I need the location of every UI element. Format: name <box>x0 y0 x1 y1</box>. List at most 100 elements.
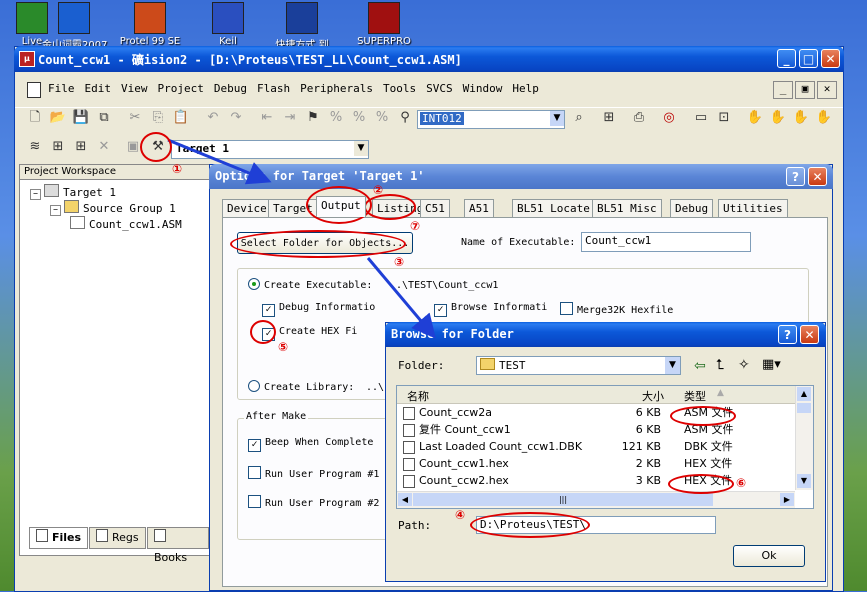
desktop-icon-1[interactable]: 金山词霸2007 <box>42 0 107 51</box>
scroll-up-icon[interactable]: ▲ <box>797 387 811 401</box>
name-exec-input[interactable]: Count_ccw1 <box>581 232 751 252</box>
chevron-down-icon[interactable]: ▼ <box>354 141 368 156</box>
menu-svcs[interactable]: SVCS <box>421 80 458 98</box>
options-close-button[interactable]: ✕ <box>808 167 827 186</box>
tab-c51[interactable]: C51 <box>420 199 450 217</box>
collapse-icon[interactable]: − <box>30 189 41 200</box>
translate-icon[interactable]: ≋ <box>25 137 45 157</box>
desktop-icon-5[interactable]: SUPERPRO <box>352 0 416 47</box>
hand-icon-3[interactable]: ✋ <box>791 108 811 128</box>
col-type[interactable]: 类型 <box>684 388 706 404</box>
new-folder-icon[interactable]: ✧ <box>738 357 750 373</box>
desktop-icon-2[interactable]: Protel 99 SE <box>118 0 182 47</box>
target-combo[interactable]: Target 1 ▼ <box>171 140 369 159</box>
print-icon[interactable]: ⎙ <box>629 108 649 128</box>
collapse-icon[interactable]: − <box>50 205 61 216</box>
create-hex-checkbox[interactable]: ✓ <box>262 328 275 341</box>
workspace-tab-files[interactable]: Files <box>29 527 89 549</box>
tab-device[interactable]: Device <box>222 199 272 217</box>
file-row[interactable]: 复件 Count_ccw1 6 KB ASM 文件 <box>401 421 789 438</box>
folder-combo[interactable]: TEST ▼ <box>476 356 681 375</box>
horizontal-scrollbar[interactable]: ◀ ||| ▶ <box>397 491 795 508</box>
bookmark-icon[interactable]: ⚑ <box>303 108 323 128</box>
create-exec-radio[interactable] <box>248 278 260 290</box>
menu-debug[interactable]: Debug <box>209 80 252 98</box>
load-icon[interactable]: ▣ <box>123 137 143 157</box>
tree-item[interactable]: − Target 1 <box>30 184 116 200</box>
debug-start-icon[interactable]: ◎ <box>659 108 679 128</box>
menu-tools[interactable]: Tools <box>378 80 421 98</box>
ok-button[interactable]: Ok <box>733 545 805 567</box>
hscroll-thumb[interactable]: ||| <box>413 493 713 506</box>
beep-row[interactable]: ✓ Beep When Complete <box>248 437 373 452</box>
browse-info-row[interactable]: ✓ Browse Informati <box>434 302 547 317</box>
workspace-tab-books[interactable]: Books <box>147 527 209 564</box>
tab-output[interactable]: Output <box>316 196 366 217</box>
col-size[interactable]: 大小 <box>642 388 664 404</box>
find-in-files-icon[interactable]: ⚲ <box>395 108 415 128</box>
undo-icon[interactable]: ↶ <box>203 108 223 128</box>
hand-icon-2[interactable]: ✋ <box>768 108 788 128</box>
copy-icon[interactable]: ⎘ <box>148 108 168 128</box>
build-icon[interactable]: ⊞ <box>48 137 68 157</box>
chevron-down-icon[interactable]: ▼ <box>550 111 564 126</box>
tab-target[interactable]: Target <box>268 199 318 217</box>
workspace-tab-regs[interactable]: Regs <box>89 527 146 549</box>
file-row[interactable]: Count_ccw1.hex 2 KB HEX 文件 <box>401 455 789 472</box>
window-layout-icon[interactable]: ▭ <box>691 108 711 128</box>
close-button[interactable]: ✕ <box>821 49 840 68</box>
select-folder-button[interactable]: Select Folder for Objects... <box>237 232 413 254</box>
menu-project[interactable]: Project <box>153 80 209 98</box>
mdi-close-button[interactable]: ✕ <box>817 81 837 99</box>
col-name[interactable]: 名称 <box>407 388 429 404</box>
cut-icon[interactable]: ✂ <box>125 108 145 128</box>
run1-row[interactable]: Run User Program #1 <box>248 466 379 480</box>
debug-info-row[interactable]: ✓ Debug Informatio <box>262 302 375 317</box>
tree-item[interactable]: Count_ccw1.ASM <box>70 216 182 231</box>
run1-checkbox[interactable] <box>248 466 261 479</box>
indent-icon[interactable]: ⇥ <box>280 108 300 128</box>
mdi-restore-button[interactable]: ▣ <box>795 81 815 99</box>
tree-item[interactable]: − Source Group 1 <box>50 200 176 216</box>
run2-row[interactable]: Run User Program #2 <box>248 495 379 509</box>
create-hex-row[interactable]: ✓ Create HEX Fi <box>262 326 357 341</box>
scroll-down-icon[interactable]: ▼ <box>797 474 811 488</box>
next-bookmark-icon[interactable]: % <box>349 108 369 128</box>
up-folder-icon[interactable]: ⮤ <box>716 357 724 373</box>
tab-a51[interactable]: A51 <box>464 199 494 217</box>
save-icon[interactable]: 💾 <box>71 108 91 128</box>
chevron-down-icon[interactable]: ▼ <box>665 357 680 374</box>
options-for-target-icon[interactable]: ⚒ <box>148 137 168 157</box>
doc-menu-icon[interactable] <box>27 82 41 98</box>
debug-info-checkbox[interactable]: ✓ <box>262 304 275 317</box>
tab-bl51-misc[interactable]: BL51 Misc <box>592 199 662 217</box>
save-all-icon[interactable]: ⧉ <box>94 108 114 128</box>
browse-info-checkbox[interactable]: ✓ <box>434 304 447 317</box>
hand-icon-4[interactable]: ✋ <box>814 108 834 128</box>
menu-window[interactable]: Window <box>458 80 508 98</box>
vertical-scrollbar[interactable]: ▲ ▼ <box>795 386 813 490</box>
stop-build-icon[interactable]: ✕ <box>94 137 114 157</box>
clear-bookmark-icon[interactable]: % <box>372 108 392 128</box>
tab-debug[interactable]: Debug <box>670 199 714 217</box>
browse-icon[interactable]: ⊞ <box>599 108 619 128</box>
menu-peripherals[interactable]: Peripherals <box>295 80 378 98</box>
maximize-button[interactable]: □ <box>799 49 818 68</box>
hand-icon-1[interactable]: ✋ <box>745 108 765 128</box>
menu-view[interactable]: View <box>116 80 153 98</box>
back-arrow-icon[interactable]: ⇦ <box>694 358 706 374</box>
search-combo[interactable]: INT012 ▼ <box>417 110 565 129</box>
merge32k-row[interactable]: Merge32K Hexfile <box>560 302 673 316</box>
browse-help-button[interactable]: ? <box>778 325 797 344</box>
help-button[interactable]: ? <box>786 167 805 186</box>
file-row[interactable]: Count_ccw2a 6 KB ASM 文件 <box>401 404 789 421</box>
scroll-right-icon[interactable]: ▶ <box>780 493 794 506</box>
menu-file[interactable]: File <box>43 80 80 98</box>
file-row[interactable]: Last Loaded Count_ccw1.DBK 121 KB DBK 文件 <box>401 438 789 455</box>
browse-close-button[interactable]: ✕ <box>800 325 819 344</box>
create-lib-row[interactable]: Create Library: <box>248 380 354 393</box>
binoculars-icon[interactable]: ⌕ <box>569 108 589 128</box>
create-lib-radio[interactable] <box>248 380 260 392</box>
outdent-icon[interactable]: ⇤ <box>257 108 277 128</box>
paste-icon[interactable]: 📋 <box>171 108 191 128</box>
